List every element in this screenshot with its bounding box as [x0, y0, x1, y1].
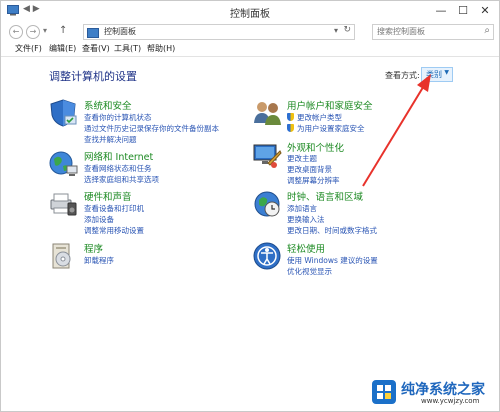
link-add-device[interactable]: 添加设备 [84, 214, 114, 225]
address-bar[interactable]: 控制面板 ▾ ↻ [83, 24, 355, 40]
link-change-account-type[interactable]: 更改帐户类型 [287, 112, 342, 123]
uac-shield-icon [287, 124, 294, 132]
category-title-user-accounts[interactable]: 用户帐户和家庭安全 [287, 98, 373, 112]
maximize-button[interactable]: ☐ [453, 3, 473, 18]
category-title-system-security[interactable]: 系统和安全 [84, 98, 132, 112]
uac-shield-icon [287, 113, 294, 121]
category-title-clock-language[interactable]: 时钟、语言和区域 [287, 189, 363, 203]
link-view-computer-status[interactable]: 查看你的计算机状态 [84, 112, 152, 123]
control-panel-window: ◀ ▶ 控制面板 — ☐ ✕ ← → ▾ ↑ 控制面板 ▾ ↻ 搜索控制面板 ⌕… [0, 0, 500, 412]
link-change-theme[interactable]: 更改主题 [287, 153, 317, 164]
menu-view[interactable]: 查看(V) [82, 43, 110, 54]
link-network-status[interactable]: 查看网络状态和任务 [84, 163, 152, 174]
view-by-value: 类别 [426, 70, 442, 79]
link-change-input-method[interactable]: 更换输入法 [287, 214, 325, 225]
watermark-text: 纯净系统之家 [401, 382, 485, 398]
category-title-hardware-sound[interactable]: 硬件和声音 [84, 189, 132, 203]
clock-language-icon[interactable] [252, 189, 282, 219]
link-screen-resolution[interactable]: 调整屏幕分辨率 [287, 175, 340, 186]
search-placeholder: 搜索控制面板 [377, 27, 425, 36]
menu-file[interactable]: 文件(F) [15, 43, 42, 54]
watermark-logo [372, 380, 396, 404]
link-family-safety[interactable]: 为用户设置家庭安全 [287, 123, 365, 134]
ease-of-access-icon[interactable] [252, 241, 282, 271]
windows-logo-icon [377, 385, 391, 399]
recent-locations-dropdown[interactable]: ▾ [43, 26, 47, 35]
title-bar: ◀ ▶ 控制面板 — ☐ ✕ [1, 1, 499, 21]
link-add-language[interactable]: 添加语言 [287, 203, 317, 214]
address-dropdown-icon[interactable]: ▾ [334, 26, 338, 35]
link-desktop-background[interactable]: 更改桌面背景 [287, 164, 332, 175]
category-title-appearance[interactable]: 外观和个性化 [287, 140, 344, 154]
control-panel-icon [87, 28, 99, 38]
forward-button[interactable]: → [26, 25, 40, 39]
category-title-ease-of-access[interactable]: 轻松使用 [287, 241, 325, 255]
page-heading: 调整计算机的设置 [49, 70, 137, 83]
view-by-label: 查看方式: [385, 71, 420, 80]
menu-edit[interactable]: 编辑(E) [49, 43, 76, 54]
programs-icon[interactable] [48, 241, 78, 271]
refresh-icon[interactable]: ↻ [343, 25, 351, 35]
network-internet-icon[interactable] [48, 149, 78, 179]
link-devices-printers[interactable]: 查看设备和打印机 [84, 203, 144, 214]
category-title-programs[interactable]: 程序 [84, 241, 103, 255]
search-input[interactable]: 搜索控制面板 ⌕ [372, 24, 494, 40]
link-optimize-visual-display[interactable]: 优化视觉显示 [287, 266, 332, 277]
close-button[interactable]: ✕ [475, 3, 495, 18]
chevron-down-icon: ▼ [444, 69, 449, 76]
menu-tools[interactable]: 工具(T) [114, 43, 141, 54]
link-mobility-settings[interactable]: 调整常用移动设置 [84, 225, 144, 236]
link-file-history-backup[interactable]: 通过文件历史记录保存你的文件备份副本 [84, 123, 219, 134]
hardware-sound-icon[interactable] [48, 189, 78, 219]
search-icon[interactable]: ⌕ [484, 25, 490, 36]
back-button[interactable]: ← [9, 25, 23, 39]
appearance-icon[interactable] [252, 141, 282, 171]
view-by-dropdown[interactable]: 类别 ▼ [421, 67, 453, 82]
minimize-button[interactable]: — [431, 3, 451, 18]
user-accounts-icon[interactable] [252, 98, 282, 128]
breadcrumb[interactable]: 控制面板 [104, 26, 136, 37]
navigation-bar: ← → ▾ ↑ 控制面板 ▾ ↻ 搜索控制面板 ⌕ [1, 21, 499, 41]
category-title-network-internet[interactable]: 网络和 Internet [84, 149, 153, 163]
link-homegroup-sharing[interactable]: 选择家庭组和共享选项 [84, 174, 159, 185]
up-button[interactable]: ↑ [59, 25, 67, 36]
menu-bar: 文件(F) 编辑(E) 查看(V) 工具(T) 帮助(H) [1, 41, 499, 57]
menu-help[interactable]: 帮助(H) [147, 43, 175, 54]
link-date-time-format[interactable]: 更改日期、时间或数字格式 [287, 225, 377, 236]
link-uninstall-program[interactable]: 卸载程序 [84, 255, 114, 266]
system-security-icon[interactable] [48, 98, 78, 128]
link-troubleshoot[interactable]: 查找并解决问题 [84, 134, 137, 145]
window-title: 控制面板 [230, 9, 270, 20]
watermark-url: www.ycwjzy.com [421, 397, 480, 405]
link-windows-recommended-settings[interactable]: 使用 Windows 建议的设置 [287, 255, 378, 266]
